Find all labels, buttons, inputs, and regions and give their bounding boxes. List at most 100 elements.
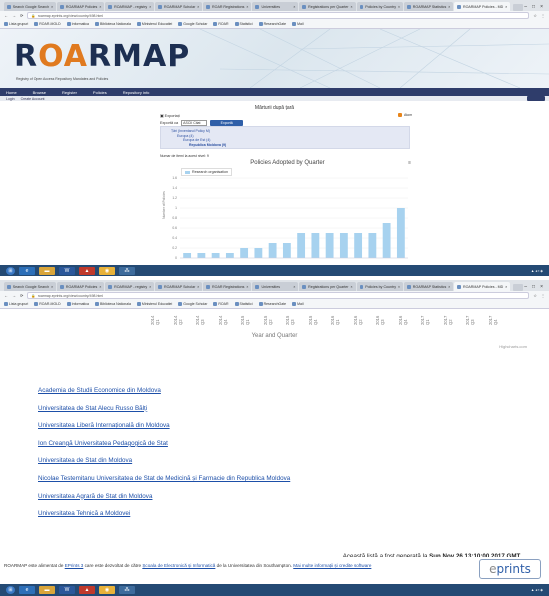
nav-item[interactable]: Repository info <box>123 90 150 95</box>
university-link[interactable]: Universitatea Tehnică a Moldovei <box>38 510 290 517</box>
browser-tab[interactable]: Policies by Country × <box>356 282 404 291</box>
bookmark-item[interactable]: Biblioteca Nationala <box>94 22 131 26</box>
tab-close-icon[interactable]: × <box>197 285 199 289</box>
tab-close-icon[interactable]: × <box>246 285 248 289</box>
nav-item[interactable]: Browse <box>33 90 46 95</box>
tab-close-icon[interactable]: × <box>398 285 400 289</box>
eprints-logo[interactable]: e prints <box>479 559 541 579</box>
university-link[interactable]: Universitatea Agrară de Stat din Moldova <box>38 493 290 500</box>
browser-tab[interactable]: ROARMAP Policies - MD × <box>454 2 511 11</box>
maximize-icon[interactable]: □ <box>532 284 535 290</box>
tab-close-icon[interactable]: × <box>398 5 400 9</box>
reload-icon[interactable]: ⟳ <box>20 13 23 18</box>
browser-tab[interactable]: ROARMAP Statistics × <box>404 282 454 291</box>
highcharts-credit[interactable]: Highcharts.com <box>499 344 527 349</box>
browser-tab[interactable]: ROARMAP Statistics × <box>404 2 454 11</box>
browser-tab[interactable]: ROAR Registrations × <box>203 2 252 11</box>
tab-close-icon[interactable]: × <box>246 5 248 9</box>
bar-2015-q3[interactable] <box>268 243 277 258</box>
university-link[interactable]: Universitatea Liberă Internațională din … <box>38 422 290 429</box>
bar-2014-q4[interactable] <box>225 253 234 258</box>
browser-tab[interactable]: ROARMAP - registry × <box>105 2 155 11</box>
bar-2017-q1[interactable] <box>354 233 363 258</box>
bar-2014-q1[interactable] <box>183 253 192 258</box>
chart-menu-icon[interactable]: ≡ <box>408 160 411 166</box>
menu-icon[interactable]: ⋮ <box>541 293 545 298</box>
tab-close-icon[interactable]: × <box>99 5 101 9</box>
university-link[interactable]: Academia de Studii Economice din Moldova <box>38 387 290 394</box>
bookmark-item[interactable]: Informatica <box>66 22 89 26</box>
browser-tab[interactable]: Universities × <box>252 2 299 11</box>
tree-item[interactable]: Republica Moldova (9) <box>167 143 403 148</box>
bookmark-item[interactable]: ROAR <box>213 22 229 26</box>
back-icon[interactable]: ← <box>4 13 8 18</box>
taskbar-chrome-icon[interactable]: ◉ <box>99 586 115 594</box>
bookmark-item[interactable]: Google Scholar <box>178 302 207 306</box>
tab-close-icon[interactable]: × <box>448 5 450 9</box>
tab-close-icon[interactable]: × <box>149 285 151 289</box>
bar-2014-q3[interactable] <box>211 253 220 258</box>
bookmark-item[interactable]: ROAR <box>213 302 229 306</box>
taskbar-word-icon[interactable]: W <box>59 266 75 275</box>
bookmark-item[interactable]: ResearchGate <box>258 22 286 26</box>
browser-tab[interactable]: ROARMAP - registry × <box>105 282 155 291</box>
url-field[interactable]: 🔒 roarmap.eprints.org/view/country/498.ht… <box>27 292 530 299</box>
bookmark-item[interactable]: Informatica <box>66 302 89 306</box>
chart-legend[interactable]: Research organisation <box>181 168 232 176</box>
bar-2017-q2[interactable] <box>368 233 377 258</box>
tab-close-icon[interactable]: × <box>505 5 507 9</box>
tab-close-icon[interactable]: × <box>293 5 295 9</box>
bookmark-item[interactable]: Statistici <box>234 302 253 306</box>
taskbar-folder-icon[interactable]: ▬ <box>39 586 55 594</box>
tab-close-icon[interactable]: × <box>51 5 53 9</box>
bar-2015-q1[interactable] <box>240 248 249 258</box>
bookmark-item[interactable]: Mail <box>292 22 304 26</box>
browser-tab[interactable]: Registrations per Quarter × <box>299 282 356 291</box>
university-link[interactable]: Universitatea de Stat din Moldova <box>38 457 290 464</box>
close-icon[interactable]: × <box>540 284 543 290</box>
more-info-link[interactable]: Mai multe informații și credite software <box>293 563 371 568</box>
university-link[interactable]: Universitatea de Stat Alecu Russo Bălți <box>38 405 290 412</box>
tab-close-icon[interactable]: × <box>350 285 352 289</box>
bar-2016-q4[interactable] <box>339 233 348 258</box>
browser-tab[interactable]: ROARMAP Policies × <box>57 2 105 11</box>
taskbar-chrome-icon[interactable]: ◉ <box>99 266 115 275</box>
new-tab-button[interactable] <box>513 4 524 11</box>
browser-tab[interactable]: Policies by Country × <box>356 2 404 11</box>
browser-tab[interactable]: Search Google Search × <box>4 2 57 11</box>
bookmark-item[interactable]: ResearchGate <box>258 302 286 306</box>
browser-tab[interactable]: Registrations per Quarter × <box>299 2 356 11</box>
minimize-icon[interactable]: – <box>524 4 527 10</box>
taskbar-ie-icon[interactable]: e <box>19 586 35 594</box>
tab-close-icon[interactable]: × <box>149 5 151 9</box>
browser-tab[interactable]: ROARMAP Scholar × <box>155 282 203 291</box>
menu-icon[interactable]: ⋮ <box>541 13 545 18</box>
roarmap-logo[interactable]: ROARMAP <box>14 39 190 74</box>
eprints-link[interactable]: EPrints 3 <box>65 563 84 568</box>
bookmark-item[interactable]: Ministerul Educatiei <box>136 302 172 306</box>
nav-item[interactable]: Policies <box>93 90 107 95</box>
bookmark-item[interactable]: Mail <box>292 302 304 306</box>
bookmark-item[interactable]: Lista grupuri <box>4 22 28 26</box>
minimize-icon[interactable]: – <box>524 284 527 290</box>
bar-2016-q1[interactable] <box>297 233 306 258</box>
maximize-icon[interactable]: □ <box>532 4 535 10</box>
subnav-item[interactable]: Login <box>6 97 15 101</box>
new-tab-button[interactable] <box>513 284 524 291</box>
browser-tab[interactable]: ROARMAP Policies - MD × <box>454 282 511 291</box>
forward-icon[interactable]: → <box>12 13 16 18</box>
close-icon[interactable]: × <box>540 4 543 10</box>
taskbar-word-icon[interactable]: W <box>59 586 75 594</box>
taskbar-network-icon[interactable]: ⁂ <box>119 586 135 594</box>
taskbar-network-icon[interactable]: ⁂ <box>119 266 135 275</box>
star-icon[interactable]: ☆ <box>533 293 537 298</box>
bookmark-item[interactable]: Google Scholar <box>178 22 207 26</box>
bar-2017-q3[interactable] <box>382 223 391 258</box>
tab-close-icon[interactable]: × <box>51 285 53 289</box>
tab-close-icon[interactable]: × <box>350 5 352 9</box>
back-icon[interactable]: ← <box>4 293 8 298</box>
subnav-item[interactable]: Create Account <box>21 97 45 101</box>
bar-2014-q2[interactable] <box>197 253 206 258</box>
nav-item[interactable]: Home <box>6 90 17 95</box>
nav-item[interactable]: Register <box>62 90 77 95</box>
